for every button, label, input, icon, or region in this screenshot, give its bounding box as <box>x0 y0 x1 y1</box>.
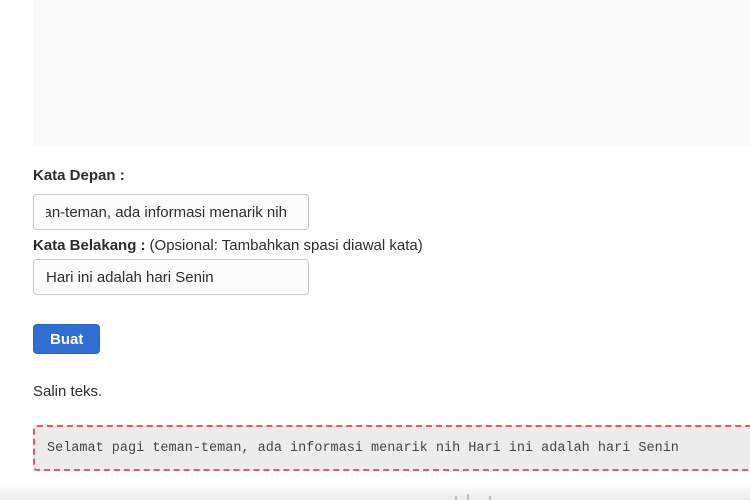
back-word-label: Kata Belakang : <box>33 237 146 254</box>
clipped-text-fragment <box>467 494 469 500</box>
clipped-text-fragment <box>455 496 457 500</box>
next-section-edge <box>0 484 750 500</box>
page: Kata Depan : Kata Belakang :(Opsional: T… <box>0 0 750 500</box>
output-box[interactable]: Selamat pagi teman-teman, ada informasi … <box>33 425 750 471</box>
back-word-hint: (Opsional: Tambahkan spasi diawal kata) <box>150 237 423 254</box>
front-word-label: Kata Depan : <box>33 167 125 185</box>
back-word-input[interactable] <box>33 259 309 295</box>
clipped-text-fragment <box>489 496 491 500</box>
copy-hint-text: Salin teks. <box>33 383 102 400</box>
output-text: Selamat pagi teman-teman, ada informasi … <box>47 441 679 456</box>
front-word-input[interactable] <box>33 194 309 230</box>
back-word-label-row: Kata Belakang :(Opsional: Tambahkan spas… <box>33 237 423 255</box>
create-button[interactable]: Buat <box>33 324 100 354</box>
ad-placeholder-panel <box>33 0 750 147</box>
